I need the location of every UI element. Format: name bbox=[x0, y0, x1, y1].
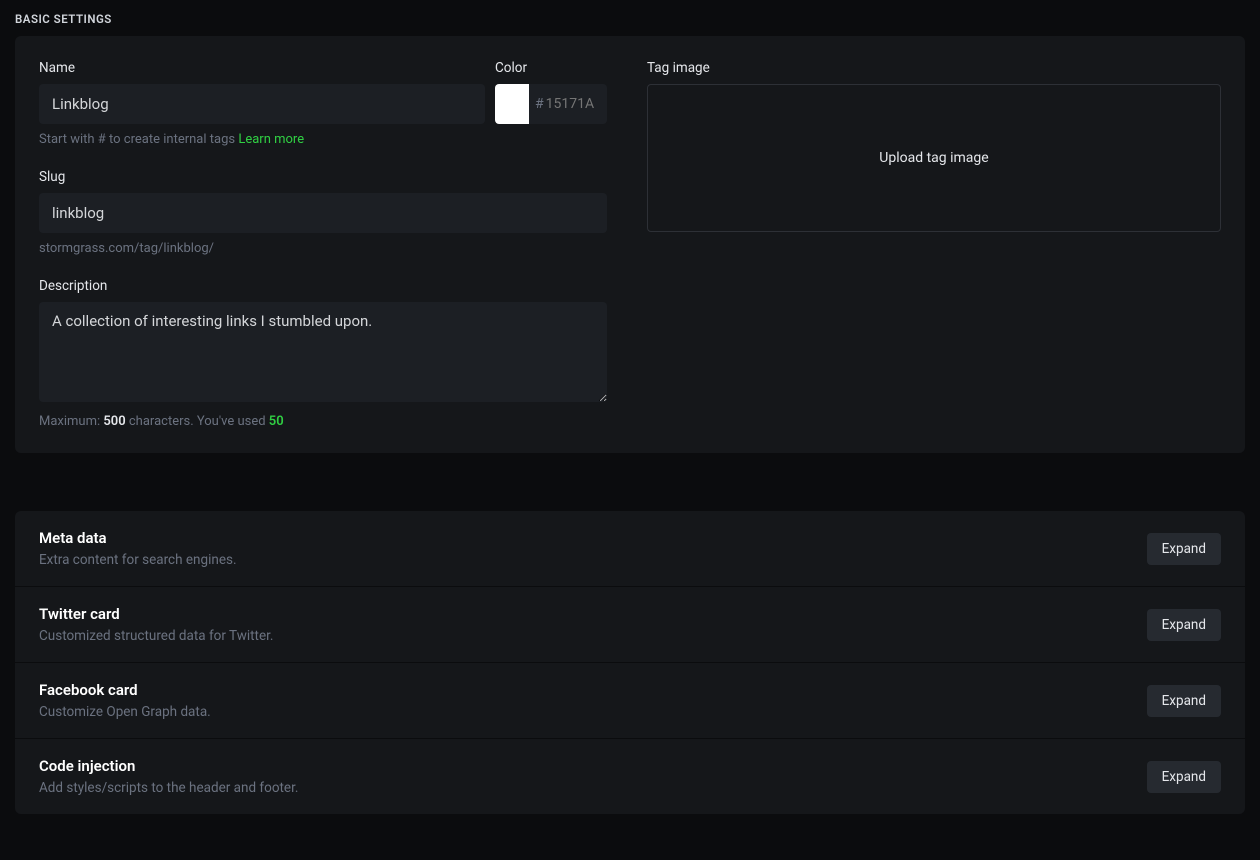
description-input[interactable] bbox=[39, 302, 607, 402]
name-input[interactable] bbox=[39, 84, 485, 124]
facebook-card-expand-button[interactable]: Expand bbox=[1147, 685, 1221, 717]
twitter-card-subtitle: Customized structured data for Twitter. bbox=[39, 628, 273, 644]
twitter-card-title: Twitter card bbox=[39, 605, 273, 623]
code-injection-row: Code injection Add styles/scripts to the… bbox=[15, 739, 1245, 814]
basic-settings-panel: Name Start with # to create internal tag… bbox=[15, 36, 1245, 453]
facebook-card-subtitle: Customize Open Graph data. bbox=[39, 704, 211, 720]
learn-more-link[interactable]: Learn more bbox=[238, 132, 304, 147]
meta-data-row: Meta data Extra content for search engin… bbox=[15, 511, 1245, 587]
name-hint: Start with # to create internal tags Lea… bbox=[39, 132, 485, 147]
desc-hint-used: 50 bbox=[269, 414, 284, 429]
extra-settings-accordion: Meta data Extra content for search engin… bbox=[15, 511, 1245, 814]
description-label: Description bbox=[39, 278, 607, 294]
facebook-card-row: Facebook card Customize Open Graph data.… bbox=[15, 663, 1245, 739]
color-swatch[interactable] bbox=[495, 84, 529, 124]
name-label: Name bbox=[39, 60, 485, 76]
tag-image-upload[interactable]: Upload tag image bbox=[647, 84, 1221, 232]
basic-settings-heading: BASIC SETTINGS bbox=[15, 0, 1245, 36]
desc-hint-max: 500 bbox=[103, 414, 125, 429]
slug-label: Slug bbox=[39, 169, 607, 185]
meta-data-expand-button[interactable]: Expand bbox=[1147, 533, 1221, 565]
desc-hint-p1: Maximum: bbox=[39, 414, 103, 429]
tag-image-label: Tag image bbox=[647, 60, 1221, 76]
slug-hint: stormgrass.com/tag/linkblog/ bbox=[39, 241, 607, 256]
meta-data-title: Meta data bbox=[39, 529, 237, 547]
slug-input[interactable] bbox=[39, 193, 607, 233]
tag-image-upload-text: Upload tag image bbox=[879, 150, 988, 166]
code-injection-subtitle: Add styles/scripts to the header and foo… bbox=[39, 780, 298, 796]
color-label: Color bbox=[495, 60, 607, 76]
code-injection-title: Code injection bbox=[39, 757, 298, 775]
facebook-card-title: Facebook card bbox=[39, 681, 211, 699]
twitter-card-expand-button[interactable]: Expand bbox=[1147, 609, 1221, 641]
color-hash: # bbox=[535, 96, 544, 112]
meta-data-subtitle: Extra content for search engines. bbox=[39, 552, 237, 568]
name-hint-text: Start with # to create internal tags bbox=[39, 132, 238, 147]
code-injection-expand-button[interactable]: Expand bbox=[1147, 761, 1221, 793]
color-input[interactable] bbox=[544, 96, 607, 112]
desc-hint-p2: characters. You've used bbox=[126, 414, 269, 429]
description-hint: Maximum: 500 characters. You've used 50 bbox=[39, 414, 607, 429]
twitter-card-row: Twitter card Customized structured data … bbox=[15, 587, 1245, 663]
